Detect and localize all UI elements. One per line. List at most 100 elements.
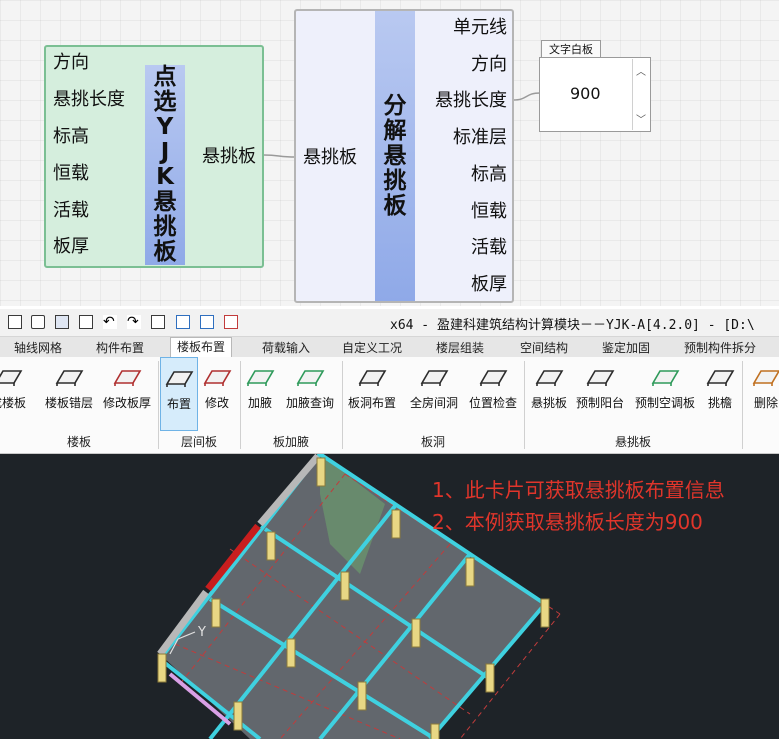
pick-title-char: 挑 [153,214,177,240]
close-file-icon[interactable] [224,315,238,329]
tool-icon [751,363,779,389]
tool-icon [245,363,275,389]
scroll-down-icon[interactable]: ﹀ [636,111,646,126]
decompose-node-input-cantilever[interactable]: 悬挑板 [303,148,357,168]
pick-node-input-5[interactable]: 板厚 [53,237,89,257]
pick-cantilever-node[interactable]: 方向 悬挑长度 标高 恒载 活载 板厚 点选YJK悬挑板 悬挑板 [44,45,264,268]
text-panel[interactable]: 文字白板 900 ︿ ﹀ [539,40,651,132]
tool-button-6[interactable]: 加腋查询 [282,357,338,431]
decompose-node-output-6[interactable]: 活载 [471,238,507,258]
tool-label: 板洞布置 [347,396,396,410]
ribbon-tabs: 轴线网格 构件布置 楼板布置 荷载输入 自定义工况 楼层组装 空间结构 鉴定加固 预制构件拆分 [0,337,779,358]
redo-icon[interactable]: ↷ [127,315,141,329]
tool-button-7[interactable]: 板洞布置 [344,357,400,431]
pick-node-input-2[interactable]: 标高 [53,127,89,147]
ribbon-group-2: 板加腋 [272,435,309,449]
tool-button-3[interactable]: 布置 [160,357,198,431]
scroll-up-icon[interactable]: ︿ [636,63,646,78]
node-canvas[interactable]: 方向 悬挑长度 标高 恒载 活载 板厚 点选YJK悬挑板 悬挑板 悬挑板 分解悬挑板 单元… [0,0,779,306]
tool-label: 预制阳台 [575,396,624,410]
panel-scrollbar[interactable]: ︿ ﹀ [632,59,649,130]
pick-title-char: J [160,139,170,165]
wire-pick-to-decompose [263,154,297,158]
tool-label: 位置检查 [468,396,517,410]
tool-icon [534,363,564,389]
export-icon[interactable] [200,315,214,329]
tool-button-2[interactable]: 修改板厚 [100,357,154,431]
tab-2[interactable]: 楼板布置 [170,337,233,358]
pick-node-input-0[interactable]: 方向 [53,53,89,73]
new-file-icon[interactable] [8,315,22,329]
pick-title-char: K [156,164,174,190]
edit-icon[interactable] [79,315,93,329]
tool-label: 加腋 [247,396,272,410]
print-icon[interactable] [151,315,165,329]
tool-button-9[interactable]: 位置检查 [464,357,522,431]
tool-icon [164,364,194,390]
decompose-node-output-2[interactable]: 悬挑长度 [435,91,507,111]
tool-button-4[interactable]: 修改 [200,357,234,431]
decompose-node-output-1[interactable]: 方向 [471,55,507,75]
wire-length-to-panel [512,92,541,101]
save-icon[interactable] [55,315,69,329]
tool-button-0[interactable]: 成楼板 [0,357,32,431]
tool-label: 全房间洞 [409,396,458,410]
ribbon-group-1: 层间板 [180,435,217,449]
tool-icon [202,363,232,389]
model-3d-view[interactable]: Y 1、此卡片可获取悬挑板布置信息 2、本例获取悬挑板长度为900 [0,454,779,739]
tool-label: 挑檐 [707,396,732,410]
decompose-node-title: 分解悬挑板 [375,11,415,301]
decompose-node-output-5[interactable]: 恒载 [471,202,507,222]
pick-title-char: Y [156,114,174,140]
tool-button-1[interactable]: 楼板错层 [40,357,98,431]
tab-6[interactable]: 空间结构 [520,339,568,356]
tool-button-8[interactable]: 全房间洞 [406,357,462,431]
tool-icon [0,363,23,389]
tool-button-12[interactable]: 预制空调板 [632,357,698,431]
tool-label: 加腋查询 [285,396,334,410]
pick-node-output-cantilever[interactable]: 悬挑板 [202,147,256,167]
tool-icon [585,363,615,389]
tab-1[interactable]: 构件布置 [96,339,144,356]
decompose-node-output-4[interactable]: 标高 [471,165,507,185]
tool-button-11[interactable]: 预制阳台 [574,357,626,431]
pick-node-input-3[interactable]: 恒载 [53,164,89,184]
decompose-node-output-7[interactable]: 板厚 [471,275,507,295]
text-panel-value: 900 [570,84,601,103]
import-icon[interactable] [176,315,190,329]
undo-icon[interactable]: ↶ [103,315,117,329]
decompose-title-char: 分 [383,92,407,119]
tool-button-10[interactable]: 悬挑板 [526,357,572,431]
tab-3[interactable]: 荷载输入 [262,339,310,356]
tool-icon [705,363,735,389]
tool-icon [295,363,325,389]
tab-0[interactable]: 轴线网格 [14,339,62,356]
open-folder-icon[interactable] [31,315,45,329]
decompose-title-char: 板 [383,192,407,219]
decompose-node-output-0[interactable]: 单元线 [453,18,507,38]
decompose-title-char: 悬 [383,142,407,169]
tool-button-14[interactable]: 删除 [746,357,779,431]
tab-5[interactable]: 楼层组装 [436,339,484,356]
tool-label: 修改 [204,396,229,410]
decompose-node-output-3[interactable]: 标准层 [453,128,507,148]
decompose-cantilever-node[interactable]: 悬挑板 分解悬挑板 单元线方向悬挑长度标准层标高恒载活载板厚 [294,9,514,303]
tool-label: 修改板厚 [102,396,151,410]
pick-title-char: 点 [153,64,177,90]
tab-4[interactable]: 自定义工况 [342,339,402,356]
ribbon-panel: 成楼板楼板错层修改板厚布置修改加腋加腋查询板洞布置全房间洞位置检查悬挑板预制阳台… [0,357,779,454]
tool-button-13[interactable]: 挑檐 [700,357,740,431]
tab-7[interactable]: 鉴定加固 [602,339,650,356]
tool-icon [419,363,449,389]
pick-node-input-4[interactable]: 活载 [53,201,89,221]
axis-y-label: Y [197,625,206,640]
text-panel-body[interactable]: 900 ︿ ﹀ [539,57,651,132]
tab-8[interactable]: 预制构件拆分 [684,339,756,356]
pick-node-input-1[interactable]: 悬挑长度 [53,90,125,110]
tool-label: 楼板错层 [44,396,93,410]
tool-icon [650,363,680,389]
ribbon-group-3: 板洞 [420,435,445,449]
tool-button-5[interactable]: 加腋 [240,357,280,431]
ribbon-group-4: 悬挑板 [614,435,651,449]
pick-title-char: 选 [153,89,177,115]
